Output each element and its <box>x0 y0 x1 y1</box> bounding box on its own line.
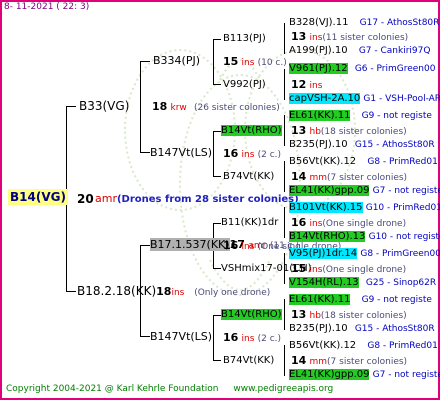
gen4-mating: 13 hb(18 sister colonies) <box>291 124 407 137</box>
gen2-node[interactable]: B334(PJ) <box>153 54 200 68</box>
gen2-node[interactable]: B147Vt(LS) <box>150 146 212 160</box>
gen4-node[interactable]: capVSH-2A.10 G1 - VSH-Pool-AR <box>289 92 440 106</box>
site-link[interactable]: www.pedigreeapis.org <box>233 384 333 394</box>
gen3-node[interactable]: B74Vt(KK) <box>223 354 274 368</box>
gen3-node[interactable]: B14Vt(RHO) <box>221 308 282 322</box>
gen4-node[interactable]: EL41(KK)gpp.09 G7 - not registe <box>289 368 440 382</box>
copyright-text: Copyright 2004-2021 @ Karl Kehrle Founda… <box>6 384 219 394</box>
gen1-dam[interactable]: B18.2.18(KK)18ins (Only one drone) <box>77 284 270 300</box>
gen4-node[interactable]: A199(PJ).10 G7 - Cankiri97Q <box>289 44 430 58</box>
gen4-node[interactable]: V154H(RL).13 G25 - Sinop62R <box>289 276 436 290</box>
gen4-node[interactable]: EL41(KK)gpp.09 G7 - not registe <box>289 184 440 198</box>
gen4-mating: 13 ins(11 sister colonies) <box>291 30 409 43</box>
gen4-mating: 15 ins(One single drone) <box>291 262 407 275</box>
root-count: 20 <box>77 192 94 206</box>
gen4-mating: 16 ins(One single drone) <box>291 216 407 229</box>
timestamp: 8- 11-2021 ( 22: 3) <box>4 2 90 12</box>
gen4-node[interactable]: B14Vt(RHO).13 G10 - not registe <box>289 230 440 244</box>
gen2-mating: 18 krw (26 sister colonies) <box>152 100 280 113</box>
gen3-node[interactable]: B74Vt(KK) <box>223 170 274 184</box>
gen4-node[interactable]: EL61(KK).11 G9 - not registe <box>289 293 432 307</box>
gen3-mating: 15 ins (10 c.) <box>223 55 287 68</box>
gen4-node[interactable]: B56Vt(KK).12 G8 - PrimRed01 <box>289 339 438 353</box>
gen3-node[interactable]: B14Vt(RHO) <box>221 124 282 138</box>
gen4-mating: 14 mm(7 sister colonies) <box>291 354 408 367</box>
gen3-mating: 16 ins (2 c.) <box>223 147 282 160</box>
root-mating: amr(Drones from 28 sister colonies) <box>95 192 299 205</box>
gen1-sire[interactable]: B33(VG) <box>79 99 129 113</box>
gen3-node[interactable]: B113(PJ) <box>223 32 266 46</box>
gen4-mating: 12 ins <box>291 78 323 91</box>
gen4-node[interactable]: B328(VJ).11 G17 - AthosSt80R <box>289 16 439 30</box>
gen4-mating: 14 mm(7 sister colonies) <box>291 170 408 183</box>
footer: Copyright 2004-2021 @ Karl Kehrle Founda… <box>6 384 333 394</box>
gen3-node[interactable]: B11(KK)1dr <box>221 216 278 230</box>
gen4-node[interactable]: B235(PJ).10 G15 - AthosSt80R <box>289 322 435 336</box>
gen4-node[interactable]: V95(PJ)1dr.14 G8 - PrimGreen00 <box>289 247 440 261</box>
root-queen[interactable]: B14(VG) <box>8 189 68 205</box>
gen3-node[interactable]: V992(PJ) <box>223 78 266 92</box>
gen3-mating: 16 ins (2 c.) <box>223 331 282 344</box>
gen4-node[interactable]: B56Vt(KK).12 G8 - PrimRed01 <box>289 155 438 169</box>
gen4-node[interactable]: EL61(KK).11 G9 - not registe <box>289 109 432 123</box>
gen4-node[interactable]: B101Vt(KK).15 G10 - PrimRed01 <box>289 201 440 215</box>
gen4-mating: 13 hb(18 sister colonies) <box>291 308 407 321</box>
gen4-node[interactable]: V961(PJ).12 G6 - PrimGreen00 <box>289 62 435 76</box>
gen2-node[interactable]: B147Vt(LS) <box>150 330 212 344</box>
gen4-node[interactable]: B235(PJ).10 G15 - AthosSt80R <box>289 138 435 152</box>
